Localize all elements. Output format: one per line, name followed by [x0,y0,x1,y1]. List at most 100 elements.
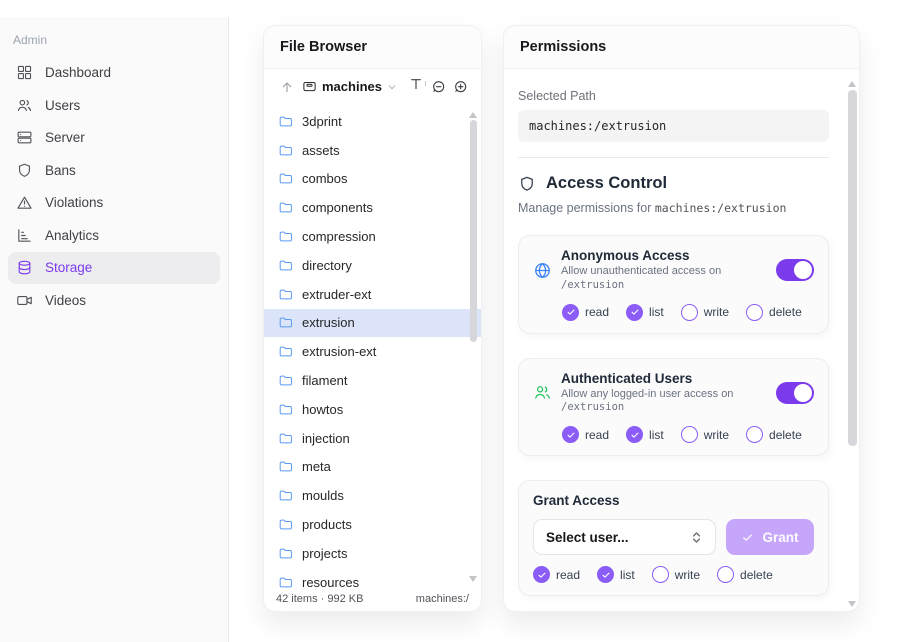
checkbox-circle [597,566,614,583]
authenticated-users-description: Allow any logged-in user access on /extr… [561,388,766,416]
sidebar-item-label: Videos [45,293,86,308]
toggle-knob [794,384,812,402]
sidebar-item-analytics[interactable]: Analytics [8,220,220,252]
sidebar-item-storage[interactable]: Storage [8,252,220,284]
users-icon [533,383,552,402]
user-select[interactable]: Select user... [533,519,716,555]
folder-row[interactable]: combos [264,165,481,194]
checkbox-circle [533,566,550,583]
updown-chevron-icon [690,531,703,544]
folder-icon [278,546,293,561]
perm-read-checkbox[interactable]: read [533,566,580,583]
perm-write-checkbox[interactable]: write [681,304,729,321]
sidebar-item-videos[interactable]: Videos [8,285,220,317]
file-browser-toolbar: machines [264,69,481,104]
description-path: machines:/extrusion [655,201,787,215]
location-dropdown[interactable]: machines [302,79,397,94]
folder-row[interactable]: filament [264,366,481,395]
permissions-scrollbar-thumb[interactable] [848,90,857,446]
folder-row[interactable]: extruder-ext [264,280,481,309]
folder-icon [278,229,293,244]
folder-icon [278,344,293,359]
folder-icon [278,575,293,590]
chevron-down-icon [387,82,397,92]
perm-delete-checkbox[interactable]: delete [717,566,773,583]
checkbox-circle [746,426,763,443]
scrollbar-up-arrow[interactable] [469,112,477,118]
text-size-icon[interactable] [406,76,428,98]
sidebar-section-label: Admin [0,33,228,47]
folder-row[interactable]: components [264,193,481,222]
folder-row[interactable]: moulds [264,481,481,510]
folder-name: compression [302,229,376,244]
selected-path-label: Selected Path [518,89,829,103]
perm-list-checkbox[interactable]: list [626,426,664,443]
anonymous-access-toggle[interactable] [776,259,814,281]
sidebar-item-dashboard[interactable]: Dashboard [8,57,220,89]
scrollbar-down-arrow[interactable] [848,601,856,607]
grant-permissions: read list write delete [533,566,814,583]
folder-row[interactable]: projects [264,539,481,568]
sidebar-item-bans[interactable]: Bans [8,155,220,187]
perm-delete-checkbox[interactable]: delete [746,426,802,443]
folder-icon [278,488,293,503]
perm-label: delete [769,305,802,319]
folder-name: projects [302,546,348,561]
folder-row[interactable]: howtos [264,395,481,424]
grant-button[interactable]: Grant [726,519,814,555]
access-control-heading: Access Control [546,174,667,193]
sidebar-item-server[interactable]: Server [8,122,220,154]
anonymous-access-card: Anonymous Access Allow unauthenticated a… [518,235,829,334]
perm-delete-checkbox[interactable]: delete [746,304,802,321]
folder-row[interactable]: injection [264,424,481,453]
perm-read-checkbox[interactable]: read [562,304,609,321]
authenticated-users-toggle[interactable] [776,382,814,404]
folder-name: components [302,200,373,215]
warning-icon [16,194,33,211]
perm-label: write [704,428,729,442]
folder-row[interactable]: 3dprint [264,107,481,136]
authenticated-users-title: Authenticated Users [561,371,767,386]
folder-row[interactable]: directory [264,251,481,280]
folder-row[interactable]: assets [264,136,481,165]
sidebar-item-label: Bans [45,163,76,178]
folder-icon [278,373,293,388]
checkbox-circle [562,426,579,443]
folder-name: combos [302,171,348,186]
folder-row[interactable]: meta [264,453,481,482]
perm-read-checkbox[interactable]: read [562,426,609,443]
database-icon [16,259,33,276]
zoom-in-icon[interactable] [450,76,472,98]
anonymous-permissions: read list write delete [562,304,814,321]
sidebar-item-violations[interactable]: Violations [8,187,220,219]
folder-icon [278,402,293,417]
perm-label: list [649,428,664,442]
zoom-out-icon[interactable] [428,76,450,98]
folder-row[interactable]: extrusion [264,309,481,338]
scrollbar-up-arrow[interactable] [848,81,856,87]
folder-row[interactable]: products [264,510,481,539]
location-label: machines [322,79,382,94]
perm-write-checkbox[interactable]: write [652,566,700,583]
checkbox-circle [681,304,698,321]
perm-list-checkbox[interactable]: list [597,566,635,583]
divider [518,157,829,158]
file-list-scrollbar-thumb[interactable] [470,120,477,342]
up-arrow-icon[interactable] [276,76,298,98]
access-control-description: Manage permissions for machines:/extrusi… [518,201,829,215]
drive-icon [302,79,317,94]
checkbox-circle [681,426,698,443]
sidebar-item-users[interactable]: Users [8,90,220,122]
folder-icon [278,431,293,446]
perm-list-checkbox[interactable]: list [626,304,664,321]
checkbox-circle [746,304,763,321]
sidebar-nav: DashboardUsersServer Bans ViolationsAnalyt… [0,57,228,316]
anonymous-access-title: Anonymous Access [561,248,767,263]
video-icon [16,292,33,309]
folder-name: howtos [302,402,343,417]
folder-row[interactable]: extrusion-ext [264,337,481,366]
perm-write-checkbox[interactable]: write [681,426,729,443]
perm-label: list [620,568,635,582]
folder-row[interactable]: compression [264,222,481,251]
scrollbar-down-arrow[interactable] [469,576,477,582]
